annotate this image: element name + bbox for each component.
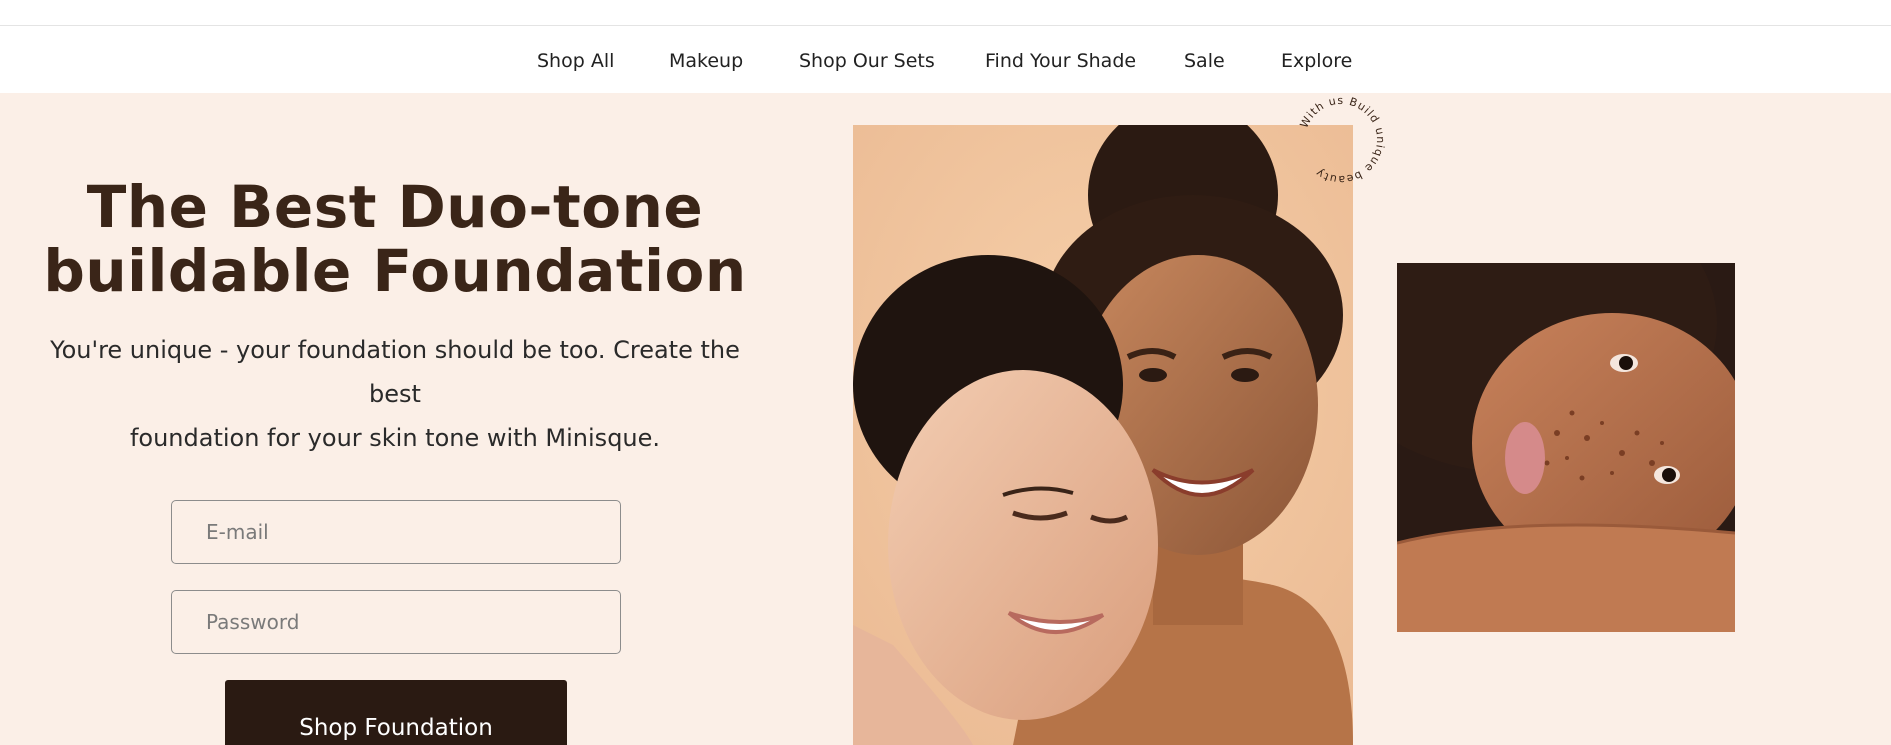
headline-line-2: buildable Foundation [43, 237, 747, 305]
hero-headline: The Best Duo-tone buildable Foundation [40, 175, 750, 303]
hero-section: The Best Duo-tone buildable Foundation Y… [0, 93, 1891, 745]
nav-item-find-your-shade[interactable]: Find Your Shade [985, 50, 1136, 72]
svg-text:With us Build unique beauty: With us Build unique beauty [1297, 94, 1387, 186]
hero-photo-freckled-woman [1397, 263, 1735, 632]
subtext-line-1: You're unique - your foundation should b… [50, 336, 740, 408]
nav-item-shop-all[interactable]: Shop All [537, 50, 614, 72]
nav-item-sale[interactable]: Sale [1184, 50, 1225, 72]
shop-foundation-button[interactable]: Shop Foundation [225, 680, 567, 745]
subtext-line-2: foundation for your skin tone with Minis… [129, 424, 661, 452]
badge-text: With us Build unique beauty [1297, 94, 1386, 186]
headline-line-1: The Best Duo-tone [86, 173, 704, 241]
nav-item-explore[interactable]: Explore [1281, 50, 1352, 72]
shop-foundation-label: Shop Foundation [299, 714, 493, 741]
hero-subtext: You're unique - your foundation should b… [30, 328, 760, 460]
main-navigation: Shop All Makeup Shop Our Sets Find Your … [0, 26, 1891, 93]
password-field[interactable] [171, 590, 621, 654]
hero-photo-two-women [853, 125, 1353, 745]
top-announcement-strip [0, 0, 1891, 26]
nav-item-shop-our-sets[interactable]: Shop Our Sets [799, 50, 935, 72]
nav-item-makeup[interactable]: Makeup [669, 50, 743, 72]
email-field[interactable] [171, 500, 621, 564]
with-us-build-badge: With us Build unique beauty [1297, 94, 1387, 186]
